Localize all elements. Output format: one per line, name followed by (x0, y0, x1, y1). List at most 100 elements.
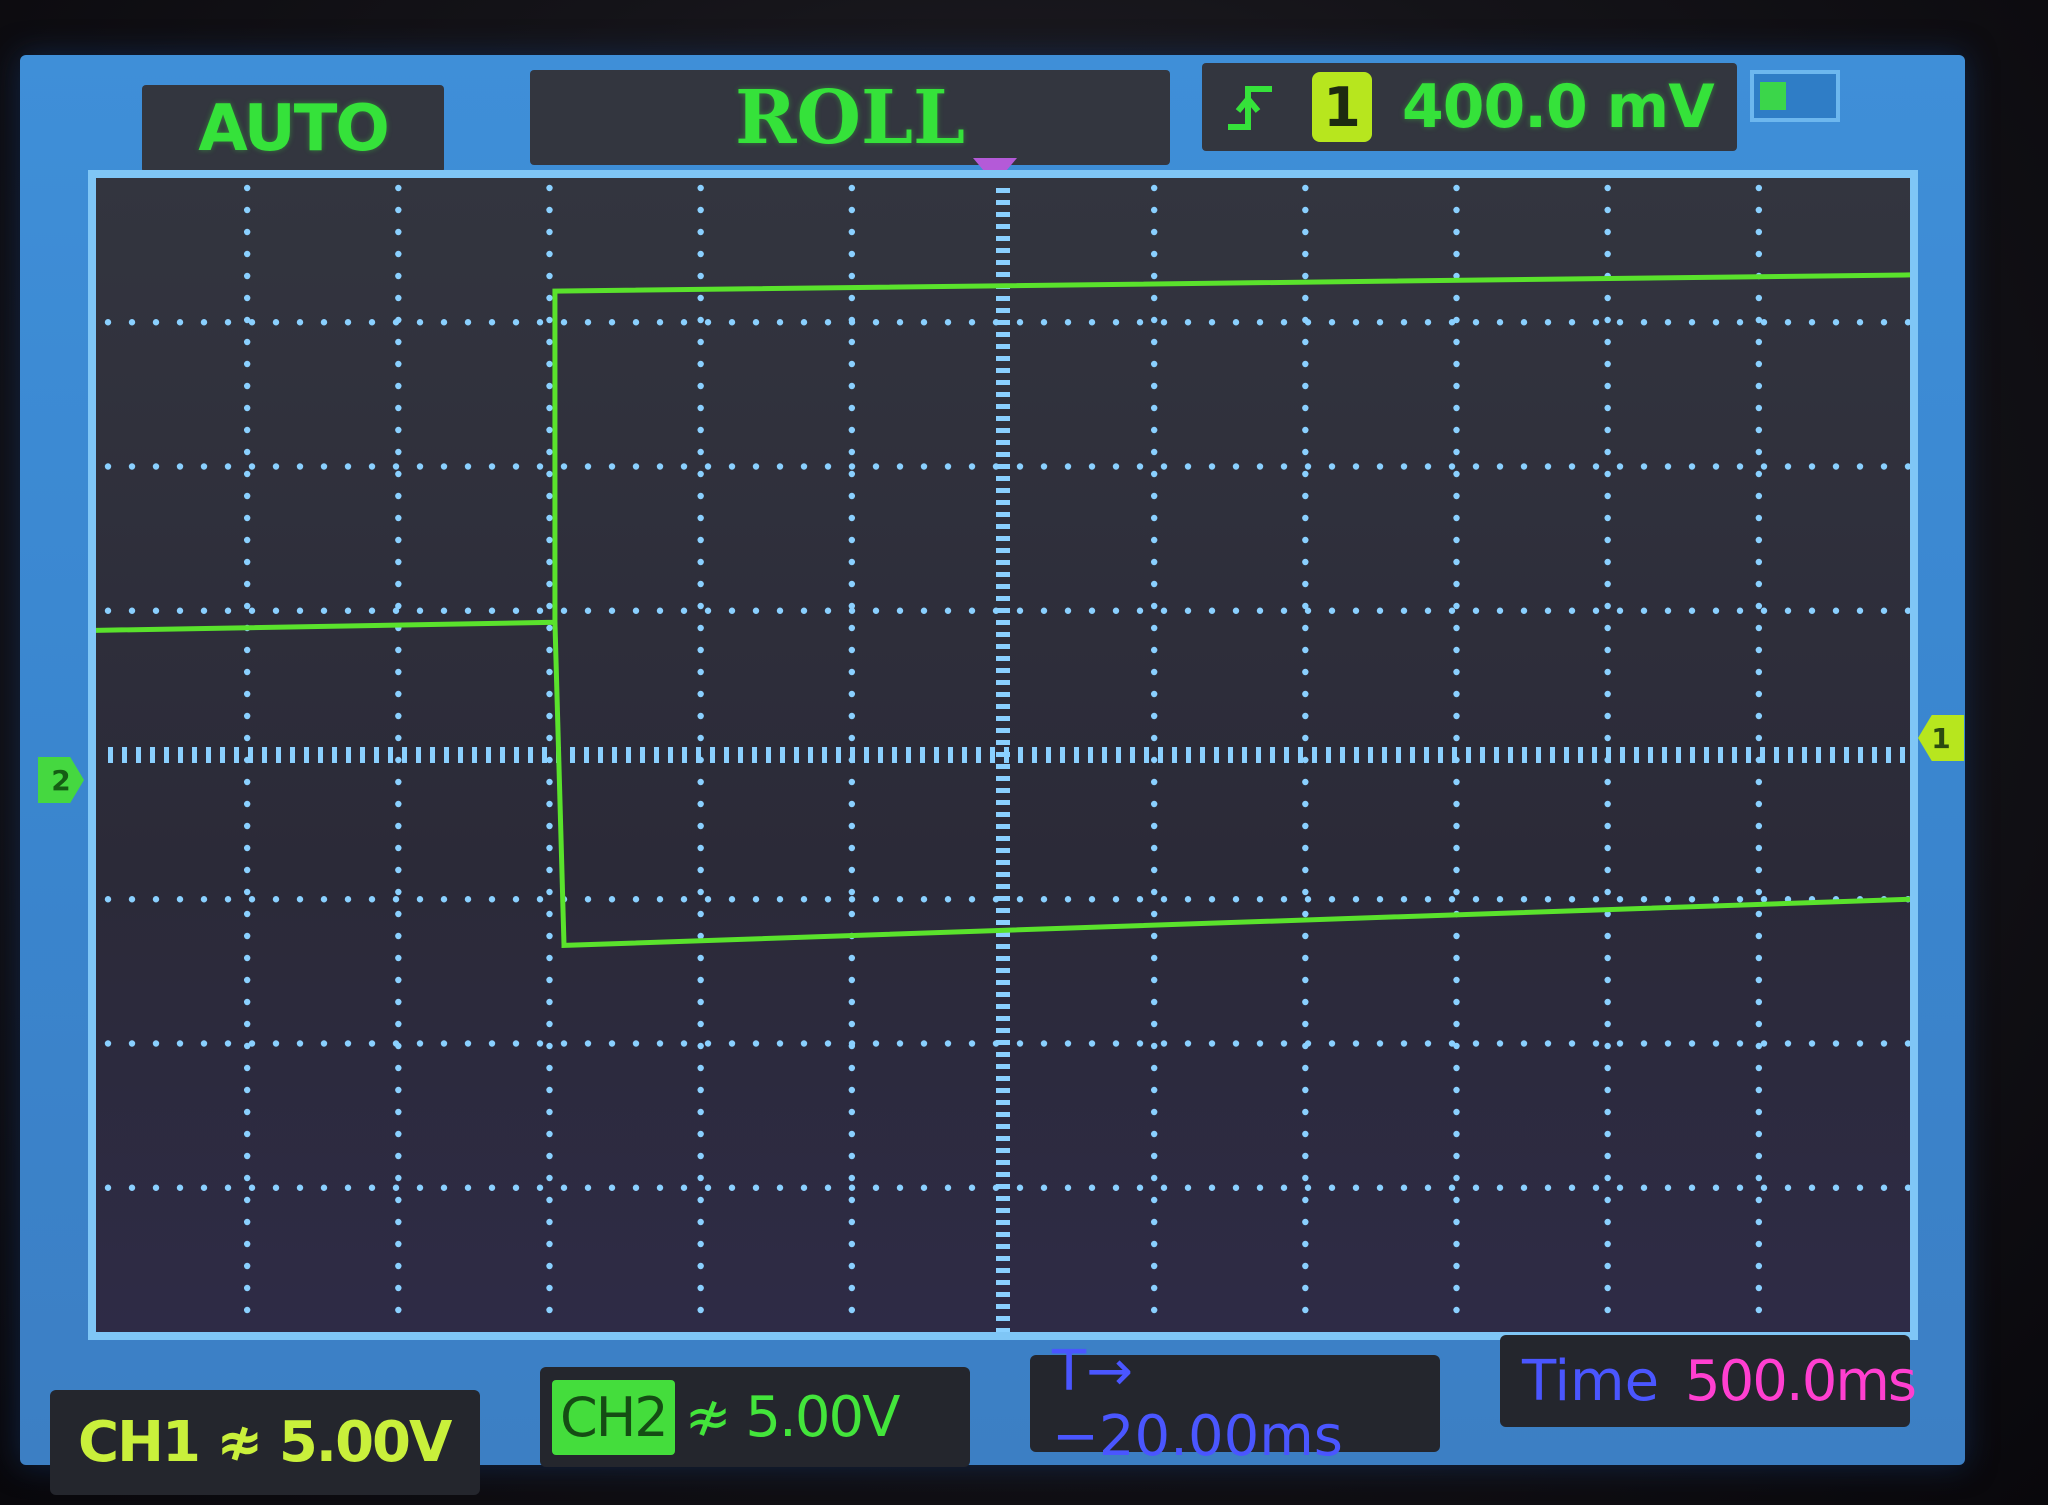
graticule-center-tick (1746, 747, 1751, 763)
graticule-dot (1088, 607, 1096, 614)
graticule-dot (1302, 866, 1309, 874)
graticule-dot (560, 1040, 568, 1047)
graticule-dot (1832, 1184, 1840, 1191)
graticule-center-tick (996, 872, 1010, 877)
graticule-dot (1453, 624, 1460, 632)
graticule-center-tick (612, 747, 617, 763)
graticule-dot (296, 607, 304, 614)
graticule-dot (1016, 607, 1024, 614)
graticule-dot (1136, 1184, 1144, 1191)
graticule-dot (395, 404, 402, 412)
graticule-dot (395, 778, 402, 786)
graticule-dot (368, 1184, 376, 1191)
graticule-dot (1664, 319, 1672, 326)
graticule-dot (546, 1064, 553, 1072)
trace-lower-segment (561, 896, 1910, 948)
graticule-dot (1232, 607, 1240, 614)
graticule-dot (848, 463, 856, 470)
graticule-dot (1150, 712, 1158, 720)
graticule-dot (1604, 1042, 1611, 1050)
graticule-dot (1496, 319, 1504, 326)
graticule-center-tick (996, 620, 1010, 625)
graticule-dot (632, 607, 640, 614)
graticule-dot (697, 690, 704, 698)
graticule-dot (1302, 426, 1309, 434)
graticule-dot (395, 668, 402, 676)
graticule-dot (776, 1184, 784, 1191)
graticule-center-tick (996, 1148, 1010, 1153)
graticule-dot (243, 1196, 251, 1204)
graticule-dot (1604, 976, 1611, 984)
trigger-mode-indicator: AUTO (142, 85, 444, 173)
graticule-dot (680, 1184, 688, 1191)
graticule-dot (1856, 319, 1864, 326)
graticule-dot (1712, 319, 1720, 326)
graticule-center-tick (808, 747, 813, 763)
graticule-dot (224, 463, 232, 470)
graticule-dot (1755, 690, 1763, 698)
graticule-dot (243, 1240, 251, 1248)
graticule-dot (546, 668, 553, 676)
graticule-dot (1755, 822, 1763, 830)
graticule-dot (1453, 602, 1460, 610)
graticule-dot (243, 844, 251, 852)
graticule-dot (1302, 800, 1309, 808)
graticule-dot (104, 1184, 112, 1191)
graticule-dot (243, 1306, 251, 1314)
graticule-dot (1904, 607, 1910, 614)
graticule-dot (1688, 463, 1696, 470)
graticule-dot (1640, 1184, 1648, 1191)
graticule-dot (1448, 319, 1456, 326)
graticule-dot (1376, 1040, 1384, 1047)
trigger-level-marker: 1 (1918, 715, 1964, 761)
graticule-dot (1592, 896, 1600, 903)
graticule-dot (152, 1184, 160, 1191)
graticule-dot (395, 646, 402, 654)
graticule-center-tick (996, 980, 1010, 985)
graticule-dot (848, 896, 856, 903)
graticule-dot (395, 536, 402, 544)
graticule-dot (824, 896, 832, 903)
graticule-center-tick (1494, 747, 1499, 763)
graticule-dot (920, 319, 928, 326)
graticule-dot (1856, 463, 1864, 470)
graticule-center-tick (996, 1028, 1010, 1033)
graticule-dot (1256, 607, 1264, 614)
graticule-dot (656, 463, 664, 470)
graticule-dot (1453, 294, 1460, 302)
graticule-dot (697, 998, 704, 1006)
graticule-dot (1160, 896, 1168, 903)
graticule-dot (440, 463, 448, 470)
graticule-dot (392, 1040, 400, 1047)
graticule-dot (1604, 602, 1611, 610)
graticule-dot (243, 1152, 251, 1160)
graticule-dot (272, 607, 280, 614)
graticule-dot (546, 932, 553, 940)
graticule-center-tick (1648, 747, 1653, 763)
graticule-center-tick (1074, 747, 1079, 763)
graticule-dot (1150, 1218, 1158, 1226)
graticule-dot (752, 607, 760, 614)
graticule-dot (1352, 896, 1360, 903)
graticule-dot (1604, 668, 1611, 676)
graticule-dot (1328, 1184, 1336, 1191)
graticule-dot (1150, 844, 1158, 852)
graticule-center-tick (1326, 747, 1331, 763)
graticule-dot (128, 607, 136, 614)
graticule-dot (512, 463, 520, 470)
graticule-dot (872, 1184, 880, 1191)
graticule-dot (200, 1184, 208, 1191)
graticule-center-tick (996, 1328, 1010, 1332)
graticule-dot (243, 976, 251, 984)
graticule-center-tick (996, 944, 1010, 949)
graticule-dot (1453, 954, 1460, 962)
graticule-center-tick (1102, 747, 1107, 763)
graticule-dot (536, 607, 544, 614)
graticule-center-tick (1704, 747, 1709, 763)
graticule-dot (1755, 1064, 1763, 1072)
graticule-center-tick (570, 747, 575, 763)
rising-edge-icon (1228, 86, 1272, 130)
graticule-dot (848, 624, 856, 632)
graticule-dot (1150, 646, 1158, 654)
graticule-dot (392, 896, 400, 903)
